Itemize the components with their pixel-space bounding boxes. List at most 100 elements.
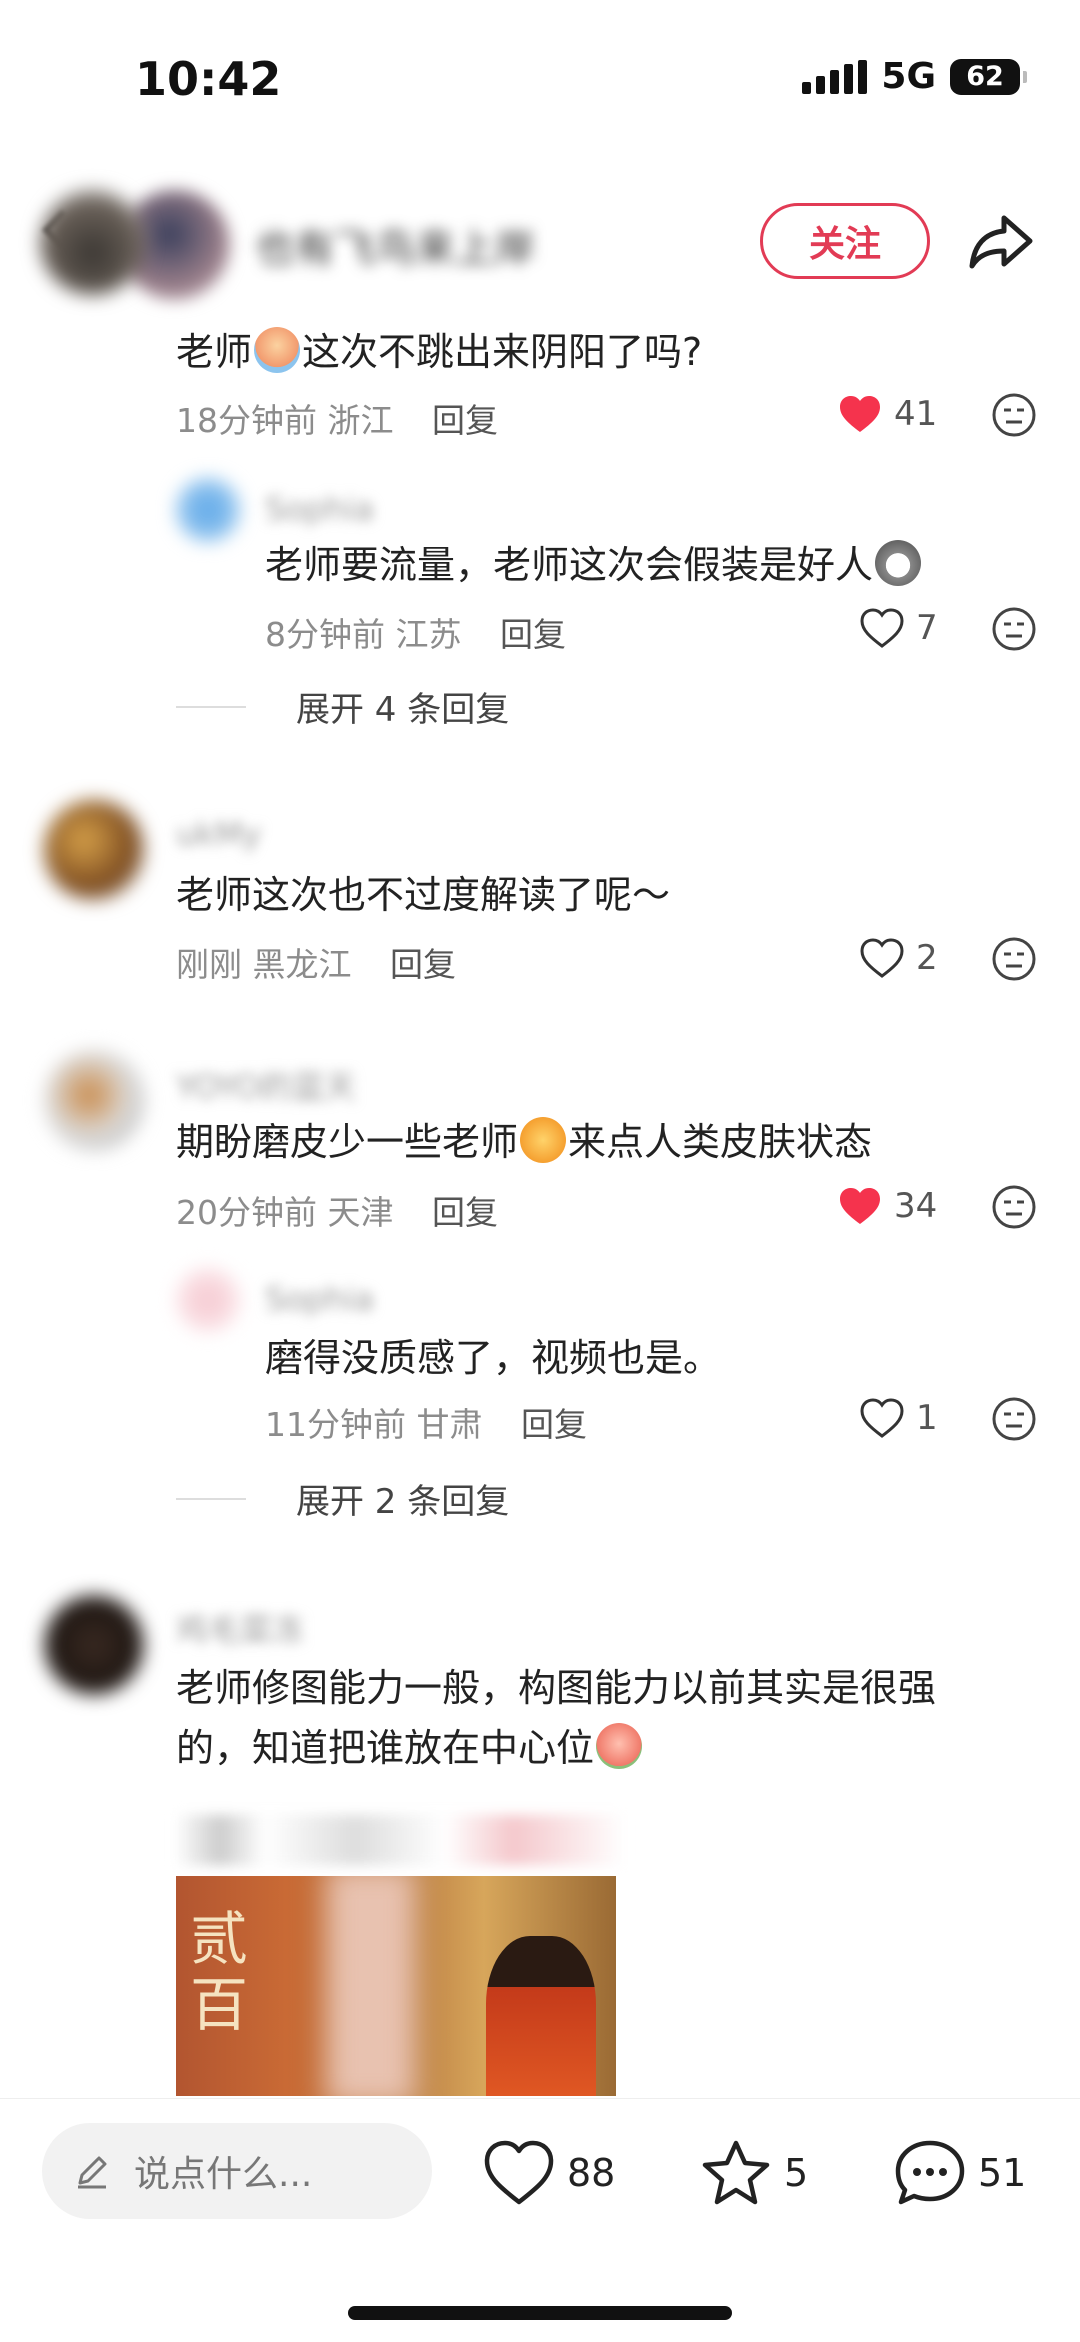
battery-icon: 62 <box>950 58 1027 95</box>
reply-avatar[interactable] <box>176 478 240 542</box>
comment-text-line: 老师修图能力一般，构图能力以前其实是很强 <box>176 1666 937 1710</box>
reply-button[interactable]: 回复 <box>432 1193 498 1232</box>
commenter-avatar[interactable] <box>44 1050 144 1150</box>
status-time: 10:42 <box>135 52 282 106</box>
star-icon <box>702 2140 770 2205</box>
like-button[interactable]: 41 <box>838 394 937 434</box>
home-indicator[interactable] <box>348 2306 732 2320</box>
favorite-count: 5 <box>784 2151 809 2195</box>
blurred-figure <box>326 1876 416 2096</box>
status-icons: 5G 62 <box>802 56 1027 97</box>
reply-button[interactable]: 回复 <box>500 615 566 654</box>
like-count: 7 <box>916 608 938 648</box>
like-count: 34 <box>894 1186 938 1226</box>
reply-time: 11分钟前 <box>265 1405 406 1444</box>
comment-text: 老师修图能力一般，构图能力以前其实是很强 的，知道把谁放在中心位 <box>176 1658 936 1778</box>
reply-button[interactable]: 回复 <box>521 1405 587 1444</box>
comment-location: 浙江 <box>327 401 394 440</box>
pencil-icon <box>78 2156 107 2189</box>
cat-emoji-icon <box>875 540 922 586</box>
reply-location: 甘肃 <box>416 1405 483 1444</box>
expand-label: 展开 2 条回复 <box>296 1482 510 1522</box>
shocked-emoji-icon <box>596 1723 643 1769</box>
comments-button[interactable]: 51 <box>894 2138 1026 2208</box>
reply-time: 8分钟前 <box>265 615 385 654</box>
comment-location: 天津 <box>327 1193 394 1232</box>
comment-text: 老师 这次不跳出来阴阳了吗? <box>176 322 702 382</box>
comment-time: 20分钟前 <box>176 1193 317 1232</box>
comment-count: 51 <box>978 2151 1027 2195</box>
network-label: 5G <box>881 56 936 97</box>
heart-icon <box>840 1188 880 1224</box>
heart-icon <box>860 1398 904 1438</box>
comment-time: 刚刚 <box>176 945 242 984</box>
comment-time: 18分钟前 <box>176 401 317 440</box>
comment-meta: 刚刚 黑龙江 回复 <box>176 938 456 986</box>
reply-nickname[interactable]: Sophia <box>265 490 374 528</box>
comment-text-part: 这次不跳出来阴阳了吗? <box>302 330 703 374</box>
expand-replies-button[interactable]: 展开 4 条回复 <box>176 682 509 731</box>
comment-text: 期盼磨皮少一些老师 来点人类皮肤状态 <box>176 1112 872 1172</box>
dislike-icon[interactable] <box>991 1184 1037 1230</box>
divider <box>176 1497 246 1500</box>
comment-location: 黑龙江 <box>252 945 352 984</box>
reply-meta: 11分钟前 甘肃 回复 <box>265 1398 587 1446</box>
reply-nickname[interactable]: Sophia <box>265 1280 374 1318</box>
comment-input-placeholder: 说点什么... <box>134 2154 313 2195</box>
reply-button[interactable]: 回复 <box>390 945 456 984</box>
heart-icon <box>860 608 904 648</box>
reply-text: 老师要流量，老师这次会假装是好人 <box>265 535 923 595</box>
reply-text-part: 老师要流量，老师这次会假装是好人 <box>265 543 874 587</box>
poster-title: 贰百 <box>190 1905 249 2039</box>
heart-icon <box>484 2140 554 2205</box>
expand-replies-button[interactable]: 展开 2 条回复 <box>176 1474 509 1523</box>
comment-text-part: 来点人类皮肤状态 <box>568 1120 873 1164</box>
post-like-button[interactable]: 88 <box>483 2138 615 2208</box>
favorite-button[interactable]: 5 <box>700 2138 808 2208</box>
share-icon[interactable] <box>966 206 1036 276</box>
dislike-icon[interactable] <box>991 1396 1037 1442</box>
comment-text-part: 期盼磨皮少一些老师 <box>176 1120 519 1164</box>
crying-emoji-icon <box>254 327 301 373</box>
reply-location: 江苏 <box>395 615 462 654</box>
dislike-icon[interactable] <box>991 392 1037 438</box>
signal-icon <box>802 59 868 94</box>
commenter-avatar[interactable] <box>40 190 145 295</box>
attached-post-header[interactable] <box>175 1815 625 1865</box>
expand-label: 展开 4 条回复 <box>296 690 510 730</box>
comment-text-line: 的，知道把谁放在中心位 <box>176 1718 936 1778</box>
author-name[interactable]: 也有飞鸟来上岸 <box>255 216 535 274</box>
reply-button[interactable]: 回复 <box>432 401 498 440</box>
attached-image[interactable]: 贰百 <box>176 1876 616 2096</box>
like-count: 41 <box>894 394 938 434</box>
divider <box>176 705 246 708</box>
comment-meta: 20分钟前 天津 回复 <box>176 1186 498 1234</box>
like-button[interactable]: 7 <box>860 608 938 648</box>
follow-button[interactable]: 关注 <box>760 203 930 279</box>
angry-cat-emoji-icon <box>520 1117 567 1163</box>
heart-icon <box>860 938 904 978</box>
reply-text: 磨得没质感了，视频也是。 <box>265 1336 722 1380</box>
dislike-icon[interactable] <box>991 606 1037 652</box>
comment-input[interactable]: 说点什么... <box>42 2123 432 2219</box>
commenter-nickname[interactable]: YOYO的蓝天 <box>176 1062 356 1108</box>
commenter-nickname[interactable]: ukMy <box>176 815 261 853</box>
like-button[interactable]: 1 <box>860 1398 938 1438</box>
comment-text-part: 的，知道把谁放在中心位 <box>176 1726 595 1770</box>
like-button[interactable]: 34 <box>838 1186 937 1226</box>
dislike-icon[interactable] <box>991 936 1037 982</box>
commenter-avatar[interactable] <box>44 1595 144 1695</box>
comment-text-part: 老师 <box>176 330 253 374</box>
comment-meta: 18分钟前 浙江 回复 <box>176 394 498 442</box>
like-button[interactable]: 2 <box>860 938 938 978</box>
comment-bubble-icon <box>895 2140 965 2205</box>
like-count: 1 <box>916 1398 938 1438</box>
figure <box>486 1936 596 2096</box>
commenter-nickname[interactable]: 鸡毛菜冻 <box>176 1605 304 1651</box>
reply-avatar[interactable] <box>176 1268 240 1332</box>
comment-text: 老师这次也不过度解读了呢～ <box>176 873 671 917</box>
post-like-count: 88 <box>567 2151 616 2195</box>
commenter-avatar[interactable] <box>44 800 144 900</box>
like-count: 2 <box>916 938 938 978</box>
reply-meta: 8分钟前 江苏 回复 <box>265 608 566 656</box>
